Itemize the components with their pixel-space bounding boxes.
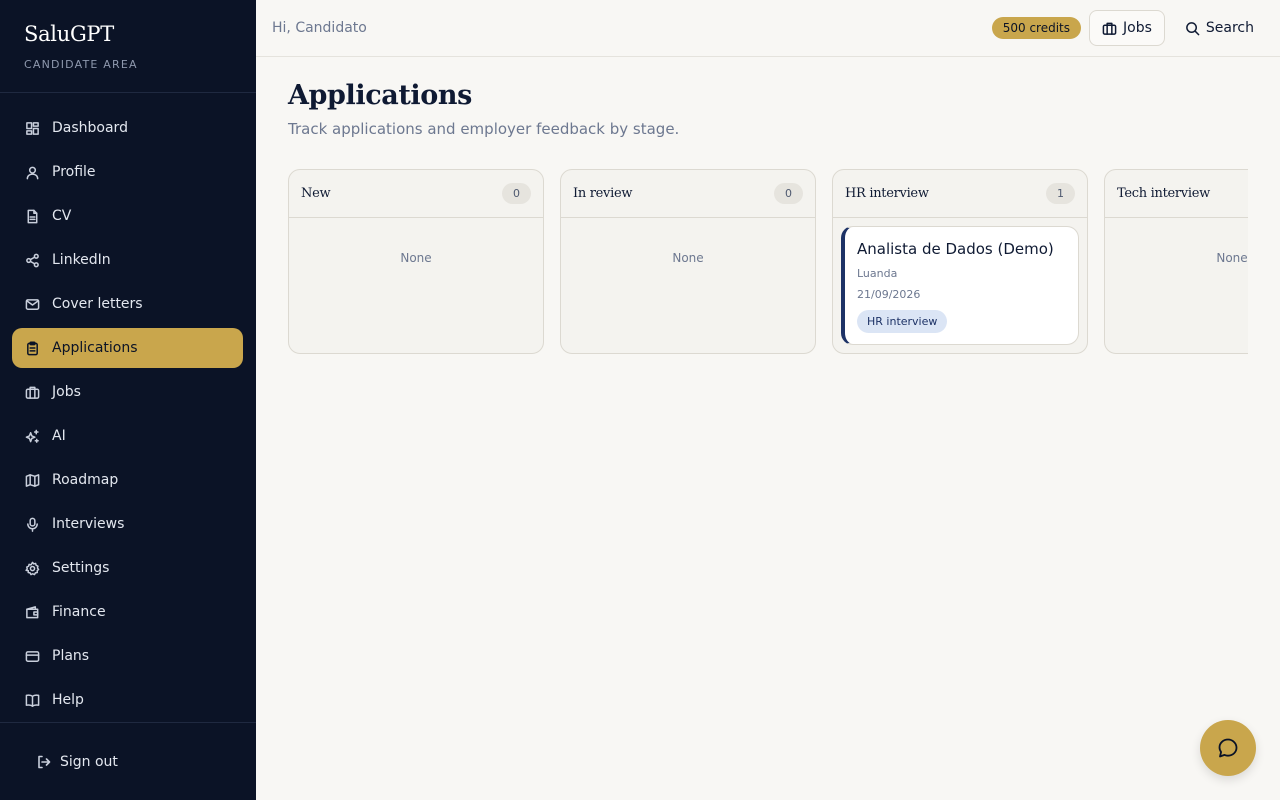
- sidebar-item-label: Profile: [52, 164, 96, 180]
- briefcase-icon: [24, 384, 40, 400]
- sidebar-item-help[interactable]: Help: [12, 680, 243, 720]
- sidebar-item-label: Jobs: [52, 384, 81, 400]
- sidebar-nav: Dashboard Profile CV LinkedIn Cover lett…: [0, 93, 256, 720]
- sidebar-item-label: CV: [52, 208, 72, 224]
- jobs-button[interactable]: Jobs: [1089, 10, 1165, 46]
- sidebar-item-profile[interactable]: Profile: [12, 152, 243, 192]
- column-count: 0: [774, 183, 803, 204]
- sidebar-item-label: Finance: [52, 604, 106, 620]
- briefcase-icon: [1102, 22, 1117, 35]
- application-card[interactable]: Analista de Dados (Demo) Luanda 21/09/20…: [841, 226, 1079, 345]
- page-title: Applications: [288, 80, 472, 111]
- sidebar-item-settings[interactable]: Settings: [12, 548, 243, 588]
- sidebar-item-dashboard[interactable]: Dashboard: [12, 108, 243, 148]
- column-new: New 0 None: [288, 169, 544, 354]
- credits-badge: 500 credits: [991, 17, 1082, 39]
- sidebar-item-plans[interactable]: Plans: [12, 636, 243, 676]
- brand-name[interactable]: SaluGPT: [24, 22, 232, 46]
- jobs-button-label: Jobs: [1123, 20, 1152, 36]
- sidebar-item-jobs[interactable]: Jobs: [12, 372, 243, 412]
- sidebar-item-applications[interactable]: Applications: [12, 328, 243, 368]
- document-icon: [24, 208, 40, 224]
- sidebar-item-label: Roadmap: [52, 472, 119, 488]
- sidebar-item-roadmap[interactable]: Roadmap: [12, 460, 243, 500]
- search-icon: [1186, 21, 1200, 35]
- share-icon: [24, 252, 40, 268]
- book-icon: [24, 692, 40, 708]
- column-count: 0: [502, 183, 531, 204]
- dashboard-icon: [24, 120, 40, 136]
- greeting: Hi, Candidato: [272, 20, 367, 36]
- chat-button[interactable]: [1200, 720, 1256, 776]
- sidebar-item-cv[interactable]: CV: [12, 196, 243, 236]
- clipboard-icon: [24, 340, 40, 356]
- sidebar-item-label: AI: [52, 428, 66, 444]
- card-location: Luanda: [857, 267, 898, 280]
- chat-bubble-icon: [1218, 738, 1238, 758]
- kanban-board[interactable]: New 0 None In review 0 None HR interview…: [288, 169, 1248, 355]
- sidebar-item-interviews[interactable]: Interviews: [12, 504, 243, 544]
- sidebar-item-ai[interactable]: AI: [12, 416, 243, 456]
- column-header: Tech interview: [1105, 170, 1248, 218]
- page-header: Applications Track applications and empl…: [288, 80, 1248, 138]
- sidebar: SaluGPT CANDIDATE AREA Dashboard Profile…: [0, 0, 256, 800]
- column-empty-text: None: [672, 251, 704, 265]
- mail-icon: [24, 296, 40, 312]
- card-title: Analista de Dados (Demo): [857, 240, 1054, 258]
- sidebar-item-label: LinkedIn: [52, 252, 111, 268]
- column-count: 1: [1046, 183, 1075, 204]
- wallet-icon: [24, 604, 40, 620]
- sidebar-footer: Sign out: [0, 722, 256, 800]
- column-title: HR interview: [845, 186, 929, 201]
- search-button-label: Search: [1205, 20, 1254, 36]
- column-header: New 0: [289, 170, 543, 218]
- column-empty-text: None: [1216, 251, 1248, 265]
- column-in-review: In review 0 None: [560, 169, 816, 354]
- sparkles-icon: [24, 428, 40, 444]
- sidebar-item-label: Help: [52, 692, 84, 708]
- stage-badge: HR interview: [857, 310, 948, 333]
- sidebar-item-label: Cover letters: [52, 296, 143, 312]
- sidebar-item-finance[interactable]: Finance: [12, 592, 243, 632]
- sidebar-item-label: Dashboard: [52, 120, 128, 136]
- column-title: Tech interview: [1117, 186, 1210, 201]
- sign-out-icon: [38, 755, 51, 769]
- column-header: In review 0: [561, 170, 815, 218]
- column-hr-interview: HR interview 1 Analista de Dados (Demo) …: [832, 169, 1088, 354]
- topbar-actions: 500 credits Jobs Search: [991, 10, 1264, 46]
- sidebar-item-linkedin[interactable]: LinkedIn: [12, 240, 243, 280]
- sign-out-label: Sign out: [60, 754, 118, 770]
- brand-subtitle: CANDIDATE AREA: [24, 58, 138, 71]
- column-tech-interview: Tech interview None: [1104, 169, 1248, 354]
- card-date: 21/09/2026: [857, 288, 921, 301]
- column-header: HR interview 1: [833, 170, 1087, 218]
- column-title: New: [301, 186, 331, 201]
- page-subtitle: Track applications and employer feedback…: [288, 120, 680, 138]
- gear-icon: [24, 560, 40, 576]
- sidebar-item-cover-letters[interactable]: Cover letters: [12, 284, 243, 324]
- sign-out-button[interactable]: Sign out: [24, 742, 243, 782]
- sidebar-item-label: Interviews: [52, 516, 125, 532]
- sidebar-item-label: Plans: [52, 648, 90, 664]
- topbar: Hi, Candidato 500 credits Jobs Search: [256, 0, 1280, 57]
- column-title: In review: [573, 186, 633, 201]
- column-empty-text: None: [400, 251, 432, 265]
- search-button[interactable]: Search: [1175, 10, 1264, 46]
- user-icon: [24, 164, 40, 180]
- microphone-icon: [24, 516, 40, 532]
- map-icon: [24, 472, 40, 488]
- brand: SaluGPT CANDIDATE AREA: [0, 0, 256, 93]
- sidebar-item-label: Settings: [52, 560, 110, 576]
- sidebar-item-label: Applications: [52, 340, 138, 356]
- credit-card-icon: [24, 648, 40, 664]
